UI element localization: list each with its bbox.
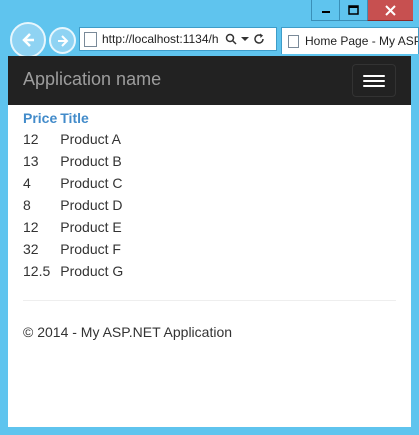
search-icon[interactable] (224, 31, 238, 47)
products-table: Price Title 12 Product A 13 Product B 4 … (23, 108, 126, 282)
price-cell: 32 (23, 241, 39, 257)
page-content: Application name Price Title 12 Product … (8, 56, 411, 427)
price-cell: 13 (23, 153, 39, 169)
price-cell: 12.5 (23, 263, 51, 279)
table-row: 12 Product A (23, 128, 126, 150)
dropdown-icon[interactable] (238, 31, 252, 47)
footer-text: © 2014 - My ASP.NET Application (23, 324, 233, 340)
table-header-row: Price Title (23, 108, 126, 128)
tab-title: Home Page - My ASP.NET Application (305, 34, 419, 48)
title-cell: Product D (60, 197, 123, 213)
price-cell: 4 (23, 175, 31, 191)
maximize-button[interactable] (339, 0, 367, 21)
title-cell: Product A (60, 131, 121, 147)
price-cell: 12 (23, 131, 39, 147)
column-header-price[interactable]: Price (23, 108, 60, 128)
arrow-left-icon (22, 33, 34, 47)
table-row: 12 Product E (23, 216, 126, 238)
minimize-button[interactable] (311, 0, 339, 21)
brand-link[interactable]: Application name (23, 69, 161, 90)
tab-page-icon (288, 34, 299, 48)
price-cell: 12 (23, 219, 39, 235)
title-cell: Product G (60, 263, 124, 279)
footer-divider (23, 300, 396, 301)
forward-button[interactable] (49, 27, 76, 54)
page-icon (84, 31, 97, 47)
table-row: 12.5 Product G (23, 260, 126, 282)
arrow-right-icon (57, 34, 68, 47)
table-row: 13 Product B (23, 150, 126, 172)
table-row: 32 Product F (23, 238, 126, 260)
close-button[interactable] (367, 0, 413, 21)
price-cell: 8 (23, 197, 31, 213)
table-row: 8 Product D (23, 194, 126, 216)
address-bar[interactable]: http://localhost:1134/h (79, 27, 277, 51)
title-cell: Product B (60, 153, 122, 169)
back-button[interactable] (10, 22, 46, 58)
table-row: 4 Product C (23, 172, 126, 194)
title-cell: Product C (60, 175, 123, 191)
address-url[interactable]: http://localhost:1134/h (102, 32, 224, 46)
browser-window: http://localhost:1134/h Home Page - My A… (0, 0, 419, 435)
navbar: Application name (8, 56, 411, 105)
minimize-icon (321, 11, 330, 13)
browser-tab[interactable]: Home Page - My ASP.NET Application (281, 27, 419, 54)
navbar-toggle-button[interactable] (352, 64, 396, 97)
maximize-icon (348, 5, 359, 15)
title-cell: Product E (60, 219, 122, 235)
refresh-icon[interactable] (252, 31, 266, 47)
title-cell: Product F (60, 241, 121, 257)
column-header-title[interactable]: Title (60, 108, 126, 128)
close-icon (385, 4, 396, 16)
